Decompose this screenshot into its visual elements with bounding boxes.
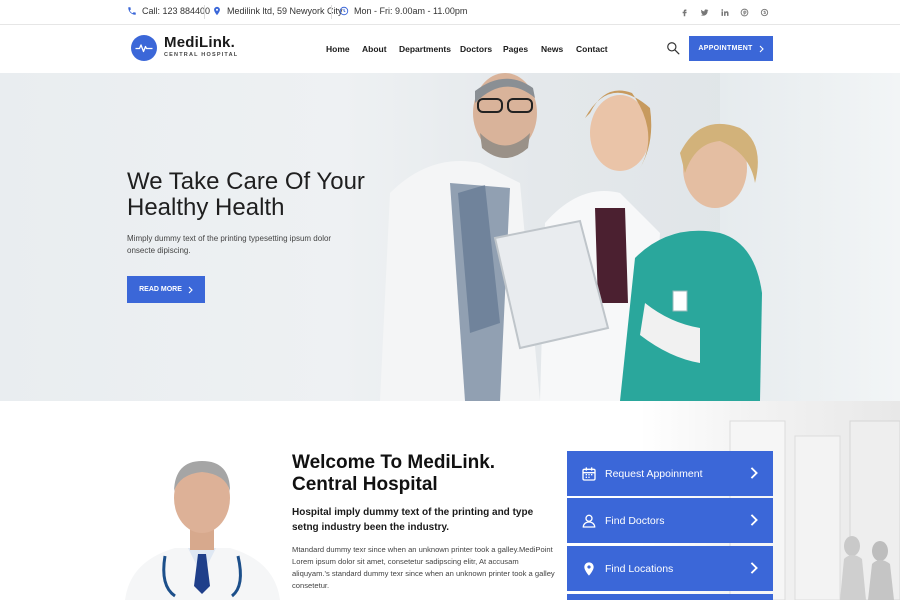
clock-icon [339,6,349,16]
chevron-right-icon [750,562,758,574]
location-pin-icon [214,6,220,16]
nav-contact[interactable]: Contact [576,44,608,54]
calendar-icon [581,466,597,482]
nav-about[interactable]: About [362,44,387,54]
twitter-icon[interactable] [697,5,711,19]
welcome-section: Welcome To MediLink. Central Hospital Ho… [0,401,900,600]
find-doctors-button[interactable]: Find Doctors [567,498,773,543]
nav-pages[interactable]: Pages [503,44,528,54]
hero-description: Mimply dummy text of the printing typese… [127,234,332,255]
main-header: MediLink. CENTRAL HOSPITAL Home About De… [0,25,900,73]
request-appointment-button[interactable]: Request Appoinment [567,451,773,496]
nav-news[interactable]: News [541,44,563,54]
chevron-right-icon [759,45,764,52]
location-pin-icon [581,561,597,577]
find-locations-button[interactable]: Find Locations [567,546,773,591]
hero-section: We Take Care Of Your Healthy Health Mimp… [0,73,900,401]
welcome-lead: Hospital imply dummy text of the printin… [292,507,534,533]
hero-title: We Take Care Of Your Healthy Health [127,169,365,221]
linkedin-icon[interactable] [717,5,731,19]
address-info: Medilink ltd, 59 Newyork City [212,6,343,16]
brand-tagline: CENTRAL HOSPITAL [164,52,239,58]
phone-text: Call: 123 884400 [142,6,211,16]
facebook-icon[interactable] [677,5,691,19]
find-doctors-label: Find Doctors [605,514,665,527]
top-bar: Call: 123 884400 Medilink ltd, 59 Newyor… [0,0,900,25]
user-icon [581,513,597,529]
nav-doctors[interactable]: Doctors [460,44,492,54]
appointment-button-label: APPOINTMENT [698,45,753,52]
search-icon[interactable] [666,41,680,55]
nav-home[interactable]: Home [326,44,350,54]
quick-link-button-partial[interactable] [567,594,773,600]
chevron-right-icon [188,286,193,293]
logo-icon[interactable] [131,35,157,61]
phone-icon [128,7,136,15]
doctor-portrait-image [125,461,280,600]
read-more-button[interactable]: READ MORE [127,276,205,303]
nav-departments[interactable]: Departments [399,44,451,54]
chevron-right-icon [750,467,758,479]
hero-title-line1: We Take Care Of Your [127,168,365,195]
welcome-title-line1: Welcome To MediLink. [292,452,496,473]
pinterest-icon[interactable] [737,5,751,19]
doctors-team-image [380,73,762,401]
brand-name[interactable]: MediLink. [164,34,235,51]
hours-text: Mon - Fri: 9.00am - 11.00pm [354,6,468,16]
address-text: Medilink ltd, 59 Newyork City [227,6,343,16]
read-more-label: READ MORE [139,286,182,293]
divider [331,5,332,19]
chevron-right-icon [750,514,758,526]
hours-info: Mon - Fri: 9.00am - 11.00pm [339,6,467,16]
request-appointment-label: Request Appoinment [605,467,703,480]
welcome-title: Welcome To MediLink. Central Hospital [292,452,495,496]
phone-info: Call: 123 884400 [127,6,210,16]
welcome-body: Mtandard dummy texr since when an unknow… [292,545,555,590]
hero-title-line2: Healthy Health [127,194,285,221]
divider [204,5,205,19]
welcome-title-line2: Central Hospital [292,474,438,495]
skype-icon[interactable] [757,5,771,19]
appointment-button[interactable]: APPOINTMENT [689,36,773,61]
find-locations-label: Find Locations [605,562,674,575]
